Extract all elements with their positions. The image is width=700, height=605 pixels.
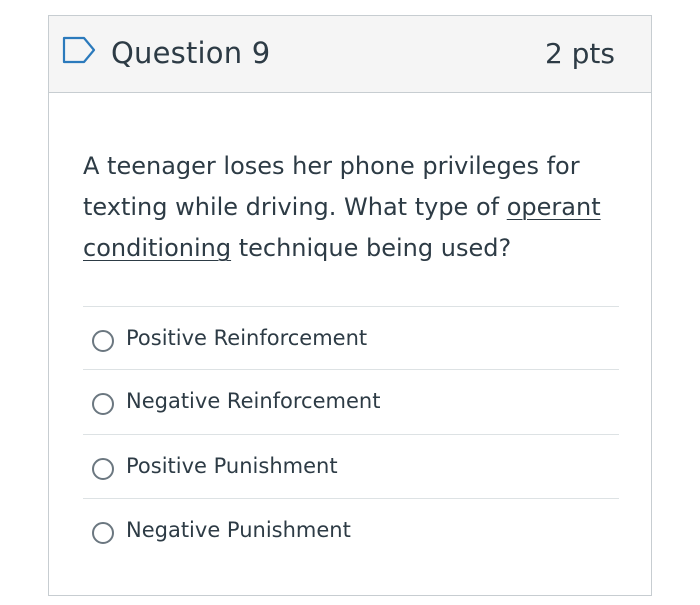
answer-list: Positive Reinforcement Negative Reinforc… (83, 306, 619, 561)
answer-option[interactable]: Negative Punishment (83, 498, 619, 561)
answer-label[interactable]: Positive Punishment (126, 451, 338, 481)
answer-option[interactable]: Positive Reinforcement (83, 306, 619, 369)
question-text-part: technique being used? (231, 234, 512, 262)
answer-option[interactable]: Negative Reinforcement (83, 369, 619, 434)
term-link-conditioning[interactable]: conditioning (83, 234, 231, 262)
term-link-operant[interactable]: operant (507, 193, 601, 221)
question-card: Question 9 2 pts A teenager loses her ph… (48, 15, 652, 596)
question-text: A teenager loses her phone privileges fo… (83, 146, 603, 269)
radio-button[interactable] (92, 393, 114, 415)
question-points: 2 pts (544, 37, 615, 70)
radio-button[interactable] (92, 330, 114, 352)
question-text-part: A teenager loses her phone privileges fo… (83, 152, 580, 221)
radio-button[interactable] (92, 522, 114, 544)
answer-label[interactable]: Negative Punishment (126, 515, 351, 545)
radio-button[interactable] (92, 458, 114, 480)
question-header: Question 9 2 pts (49, 16, 651, 93)
answer-label[interactable]: Negative Reinforcement (126, 386, 380, 416)
answer-option[interactable]: Positive Punishment (83, 434, 619, 498)
answer-label[interactable]: Positive Reinforcement (126, 323, 367, 353)
flag-question-icon[interactable] (62, 36, 96, 64)
question-title: Question 9 (111, 36, 271, 70)
